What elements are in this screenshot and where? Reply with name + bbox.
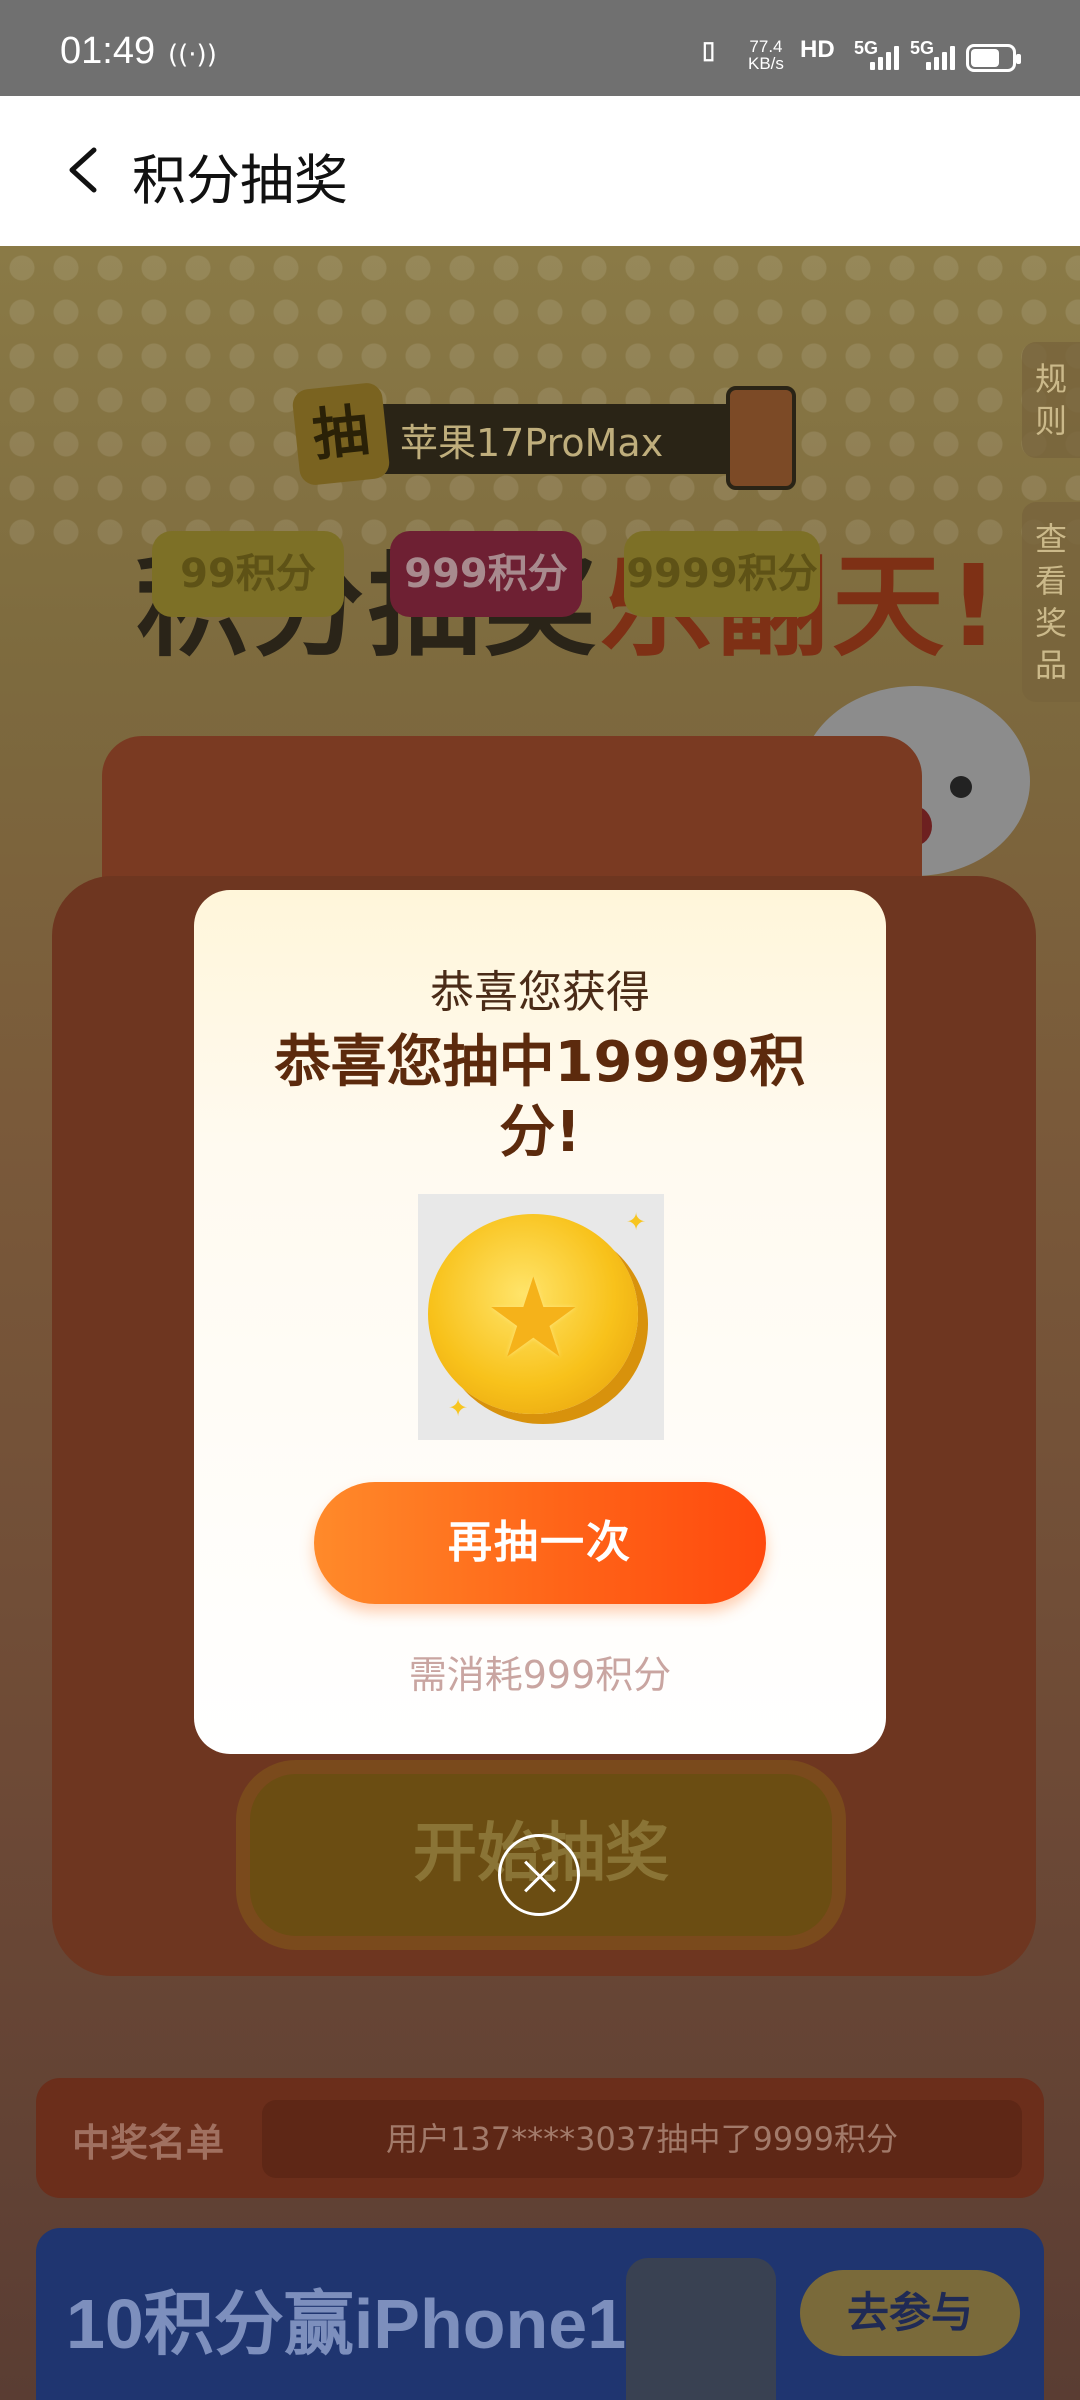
rules-tab-label: 规则 bbox=[1034, 360, 1067, 440]
draw-again-button[interactable]: 再抽一次 bbox=[314, 1482, 766, 1604]
dialog-subtitle: 恭喜您获得 bbox=[430, 967, 650, 1018]
signal-1-icon bbox=[870, 44, 899, 70]
winners-ticker: 用户137****3037抽中了9999积分 bbox=[262, 2100, 1022, 2178]
dialog-title: 恭喜您抽中19999积分! bbox=[274, 1030, 806, 1165]
battery-icon bbox=[966, 44, 1021, 72]
net-speed-value: 77.4 bbox=[749, 37, 783, 56]
banner-text: 10积分赢iPhone17 bbox=[66, 2285, 666, 2363]
iphone-image bbox=[726, 386, 796, 490]
rules-tab[interactable]: 规则 bbox=[1022, 342, 1080, 458]
close-dialog-icon[interactable] bbox=[498, 1834, 580, 1916]
status-time: 01:49 bbox=[60, 30, 156, 72]
banner-phone-image bbox=[626, 2258, 776, 2400]
vibrate-icon: ▯ bbox=[702, 37, 716, 64]
back-icon[interactable] bbox=[58, 142, 114, 198]
join-button[interactable]: 去参与 bbox=[800, 2270, 1020, 2356]
winners-label: 中奖名单 bbox=[72, 2121, 225, 2165]
signal-2-icon bbox=[926, 44, 955, 70]
cost-note: 需消耗999积分 bbox=[408, 1653, 672, 1697]
hd-icon: HD bbox=[800, 36, 835, 63]
promo-tag-char: 抽 bbox=[291, 381, 391, 487]
gold-coin-icon: ★ ✦ ✦ bbox=[418, 1194, 664, 1440]
net-speed: 77.4 KB/s bbox=[748, 38, 784, 72]
nav-bar: 积分抽奖 bbox=[0, 96, 1080, 246]
tier-999[interactable]: 999积分 bbox=[390, 531, 582, 617]
hotspot-icon: ((·)) bbox=[168, 40, 217, 70]
promo-tag: 抽 苹果17ProMax bbox=[291, 381, 796, 490]
tier-9999[interactable]: 9999积分 bbox=[624, 531, 820, 617]
tier-99[interactable]: 99积分 bbox=[152, 531, 344, 617]
iphone-banner[interactable]: 10积分赢iPhone17 去参与 bbox=[36, 2228, 1044, 2400]
prize-result-dialog: 恭喜您获得 恭喜您抽中19999积分! ★ ✦ ✦ 再抽一次 需消耗999积分 bbox=[194, 890, 886, 1754]
view-prizes-tab-label: 查看奖品 bbox=[1034, 520, 1067, 684]
net-speed-unit: KB/s bbox=[748, 54, 784, 73]
page-title: 积分抽奖 bbox=[132, 149, 348, 212]
status-bar: 01:49 ((·)) ▯ 77.4 KB/s HD 5G 5G bbox=[0, 0, 1080, 96]
promo-tag-text: 苹果17ProMax bbox=[400, 421, 664, 465]
winners-bar: 中奖名单 用户137****3037抽中了9999积分 bbox=[36, 2078, 1044, 2198]
view-prizes-tab[interactable]: 查看奖品 bbox=[1022, 502, 1080, 702]
